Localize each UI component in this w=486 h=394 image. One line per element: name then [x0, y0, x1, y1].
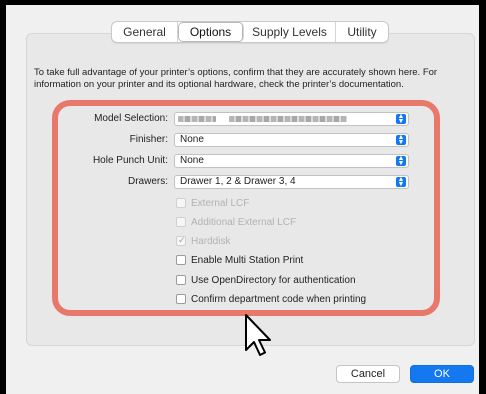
- tab-utility[interactable]: Utility: [336, 22, 388, 42]
- window-frame-left: [0, 0, 6, 394]
- window-frame-top: [0, 0, 486, 5]
- ok-button[interactable]: OK: [410, 365, 474, 383]
- tab-supply-levels[interactable]: Supply Levels: [244, 22, 336, 42]
- mouse-pointer-icon: [245, 314, 271, 356]
- tab-options[interactable]: Options: [178, 22, 244, 42]
- tab-bar: General Options Supply Levels Utility: [111, 21, 389, 43]
- intro-text: To take full advantage of your printer’s…: [34, 67, 438, 90]
- cancel-button[interactable]: Cancel: [336, 365, 400, 383]
- highlight-annotation: [52, 100, 440, 316]
- tab-general[interactable]: General: [112, 22, 178, 42]
- window-frame-right: [479, 0, 486, 394]
